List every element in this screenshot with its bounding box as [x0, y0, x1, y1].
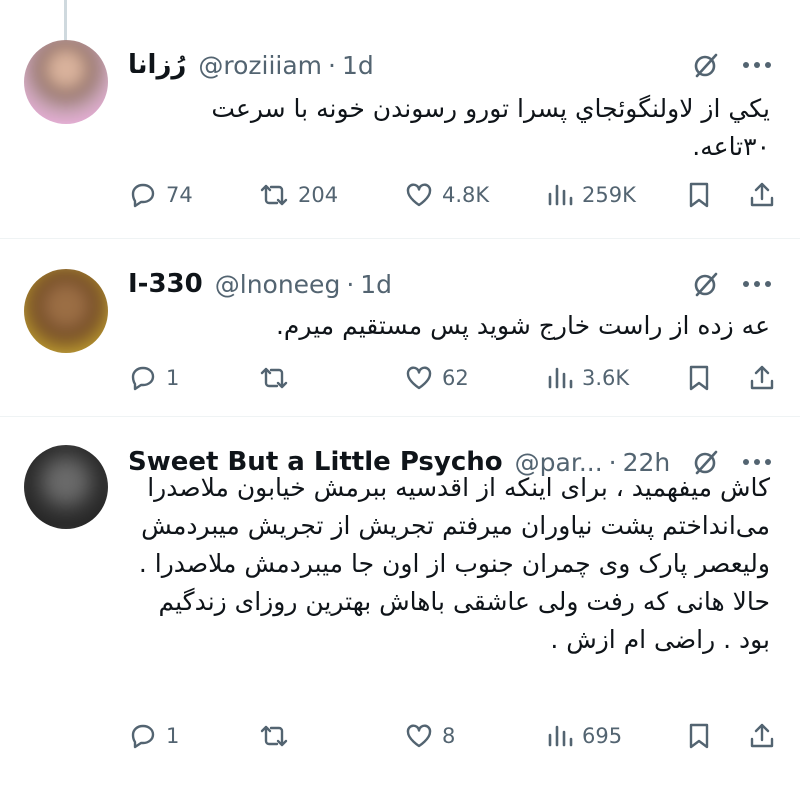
action-bar: 1 62 3.6K	[128, 363, 776, 399]
views-button[interactable]: 695	[546, 721, 622, 751]
retweet-count: 204	[298, 183, 339, 207]
separator-dot: ·	[346, 269, 355, 299]
like-button[interactable]: 62	[404, 363, 469, 393]
like-button[interactable]: 8	[404, 721, 455, 751]
retweet-icon	[260, 184, 288, 206]
timestamp[interactable]: 1d	[342, 51, 374, 80]
share-icon	[750, 182, 774, 207]
bookmark-button[interactable]	[686, 180, 712, 210]
grok-icon[interactable]	[692, 51, 720, 79]
like-button[interactable]: 4.8K	[404, 180, 489, 210]
more-icon[interactable]	[742, 61, 772, 69]
share-button[interactable]	[748, 721, 776, 751]
like-count: 62	[442, 366, 469, 390]
bookmark-icon	[689, 365, 709, 391]
heart-icon	[406, 724, 432, 748]
display-name[interactable]: I-330	[128, 269, 203, 299]
share-button[interactable]	[748, 363, 776, 393]
tweet[interactable]: Sweet But a Little Psycho @par... · 22h …	[0, 416, 800, 801]
bookmark-icon	[689, 723, 709, 749]
retweet-button[interactable]	[258, 363, 298, 393]
reply-icon	[131, 183, 155, 208]
avatar[interactable]	[24, 269, 108, 353]
grok-icon[interactable]	[692, 270, 720, 298]
tweet-header: I-330 @lnoneeg · 1d	[128, 267, 772, 301]
like-count: 8	[442, 724, 456, 748]
tweet-text: عه زده از راست خارج شوید پس مستقیم میرم.	[275, 311, 770, 340]
views-button[interactable]: 259K	[546, 180, 636, 210]
view-count: 259K	[582, 183, 636, 207]
tweet[interactable]: رُزانا @roziiiam · 1d يكي از لاولنگوئجاي…	[0, 0, 800, 238]
reply-icon	[131, 366, 155, 391]
retweet-icon	[260, 367, 288, 389]
view-count: 695	[582, 724, 623, 748]
timestamp[interactable]: 1d	[360, 270, 392, 299]
bookmark-button[interactable]	[686, 363, 712, 393]
avatar[interactable]	[24, 445, 108, 529]
retweet-button[interactable]: 204	[258, 180, 338, 210]
reply-button[interactable]: 1	[128, 721, 179, 751]
bookmark-icon	[689, 182, 709, 208]
bookmark-button[interactable]	[686, 721, 712, 751]
avatar[interactable]	[24, 40, 108, 124]
user-handle[interactable]: @lnoneeg	[215, 270, 341, 299]
heart-icon	[406, 183, 432, 207]
display-name[interactable]: رُزانا	[128, 50, 186, 80]
views-icon	[548, 184, 573, 206]
share-icon	[750, 723, 774, 748]
reply-icon	[131, 724, 155, 749]
reply-button[interactable]: 1	[128, 363, 179, 393]
like-count: 4.8K	[442, 183, 490, 207]
heart-icon	[406, 366, 432, 390]
views-icon	[548, 725, 573, 747]
separator-dot: ·	[328, 50, 336, 80]
tweet[interactable]: I-330 @lnoneeg · 1d عه زده از راست خارج …	[0, 238, 800, 417]
retweet-button[interactable]	[258, 721, 298, 751]
tweet-text: کاش میفهمید ، برای اینکه از اقدسیه ببرمش…	[138, 473, 770, 654]
more-icon[interactable]	[742, 458, 772, 466]
action-bar: 1 8 695	[128, 721, 776, 757]
share-button[interactable]	[748, 180, 776, 210]
reply-count: 74	[166, 183, 193, 207]
views-button[interactable]: 3.6K	[546, 363, 629, 393]
views-icon	[548, 367, 573, 389]
tweet-text: يكي از لاولنگوئجاي پسرا تورو رسوندن خونه…	[211, 94, 770, 161]
reply-count: 1	[166, 366, 180, 390]
view-count: 3.6K	[582, 366, 630, 390]
more-icon[interactable]	[742, 280, 772, 288]
action-bar: 74 204 4.8K 259K	[128, 180, 776, 216]
retweet-icon	[260, 725, 288, 747]
reply-button[interactable]: 74	[128, 180, 193, 210]
reply-count: 1	[166, 724, 180, 748]
share-icon	[750, 365, 774, 390]
tweet-header: رُزانا @roziiiam · 1d	[128, 48, 772, 82]
user-handle[interactable]: @roziiiam	[198, 51, 322, 80]
